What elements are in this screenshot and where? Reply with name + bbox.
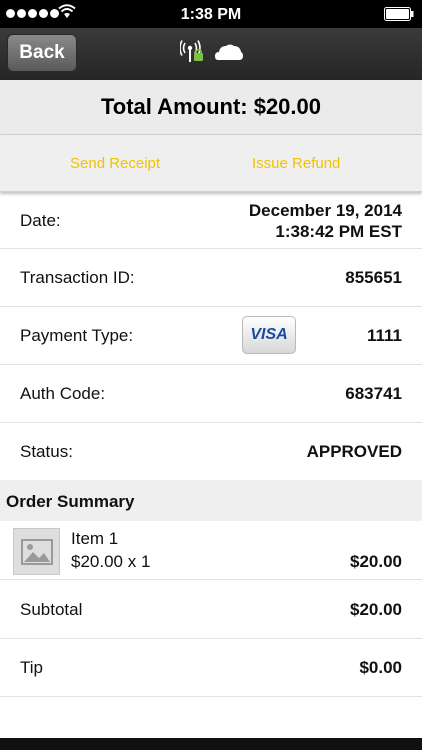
status-row: Status: APPROVED	[0, 422, 422, 480]
auth-code-label: Auth Code:	[20, 384, 106, 403]
transaction-id-row: Transaction ID: 855651	[0, 248, 422, 307]
order-item-row[interactable]: Item 1 $20.00 x 1 $20.00	[0, 521, 422, 580]
status-bar: 1:38 PM	[0, 0, 422, 28]
back-button[interactable]: Back	[7, 34, 77, 72]
item-total: $20.00	[350, 552, 402, 571]
subtotal-label: Subtotal	[20, 600, 83, 619]
total-amount: Total Amount: $20.00	[0, 80, 422, 135]
status-value: APPROVED	[306, 442, 402, 461]
cloud-icon	[214, 42, 244, 67]
order-summary-header: Order Summary	[0, 480, 422, 521]
subtotal-value: $20.00	[350, 600, 402, 619]
auth-code-value: 683741	[345, 384, 402, 403]
card-last-four: 1111	[366, 326, 402, 345]
transaction-id-value: 855651	[345, 268, 402, 287]
subtotal-row: Subtotal $20.00	[0, 580, 422, 639]
nav-status-icons	[179, 40, 244, 69]
status-time: 1:38 PM	[180, 6, 242, 23]
action-bar: Send Receipt Issue Refund	[0, 135, 422, 192]
auth-code-row: Auth Code: 683741	[0, 364, 422, 423]
tip-row: Tip $0.00	[0, 638, 422, 697]
date-value-line1: December 19, 2014	[248, 201, 402, 220]
payment-type-label: Payment Type:	[20, 326, 134, 345]
tip-label: Tip	[20, 658, 43, 677]
item-name: Item 1	[71, 529, 119, 548]
tip-value: $0.00	[359, 658, 402, 677]
visa-card-icon: VISA	[242, 316, 296, 354]
send-receipt-button[interactable]: Send Receipt	[70, 155, 160, 172]
battery-icon	[384, 7, 414, 26]
issue-refund-button[interactable]: Issue Refund	[252, 155, 340, 172]
item-price-quantity: $20.00 x 1	[71, 552, 151, 571]
navigation-bar: Back	[0, 28, 422, 81]
date-row: Date: December 19, 2014 1:38:42 PM EST	[0, 191, 422, 249]
image-placeholder-icon	[13, 528, 60, 575]
payment-type-row: Payment Type: VISA 1111	[0, 306, 422, 365]
date-label: Date:	[20, 211, 61, 230]
transaction-id-label: Transaction ID:	[20, 268, 135, 287]
nfc-reader-icon	[179, 40, 208, 69]
order-summary-title: Order Summary	[6, 492, 135, 511]
date-value-line2: 1:38:42 PM EST	[275, 222, 402, 241]
status-label: Status:	[20, 442, 73, 461]
bottom-bar	[0, 738, 422, 750]
